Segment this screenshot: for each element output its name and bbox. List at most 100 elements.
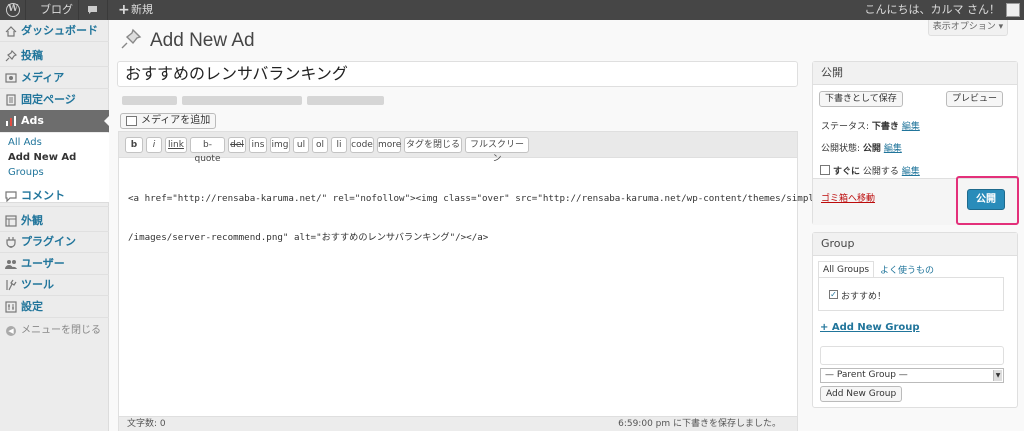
qt-fullscreen-button[interactable]: フルスクリーン: [465, 137, 529, 164]
admin-bar: W ブログ + 新規 こんにちは、カルマ さん！: [0, 0, 1024, 20]
qt-more-button[interactable]: more: [377, 137, 401, 153]
edit-status-link[interactable]: 編集: [902, 122, 920, 132]
code-line: /images/server-recommend.png" alt="おすすめの…: [128, 232, 489, 243]
group-box-title: Group: [813, 233, 1017, 256]
sidebar-item-label: メディア: [21, 71, 65, 84]
tab-all-groups[interactable]: All Groups: [818, 261, 875, 278]
new-group-name-input[interactable]: [820, 346, 1004, 365]
add-new-group-button[interactable]: Add New Group: [820, 386, 903, 402]
qt-link-button[interactable]: link: [165, 137, 187, 153]
site-name-link[interactable]: ブログ: [40, 0, 73, 20]
sidebar-item-appearance[interactable]: 外観: [0, 210, 109, 232]
tab-popular-groups[interactable]: よく使うもの: [880, 263, 934, 276]
wordpress-logo-icon[interactable]: W: [6, 3, 20, 17]
sidebar-item-label: コメント: [21, 189, 65, 202]
publish-button[interactable]: 公開: [967, 189, 1005, 210]
new-content-link[interactable]: 新規: [131, 0, 153, 20]
qt-close-tags-button[interactable]: タグを閉じる: [404, 137, 462, 153]
qt-ul-button[interactable]: ul: [293, 137, 309, 153]
select-arrow-icon: ▼: [993, 370, 1002, 381]
submenu-item-all-ads[interactable]: All Ads: [8, 135, 42, 150]
admin-sidebar: ダッシュボード 投稿 メディア 固定ページ Ads All Ads Add Ne…: [0, 20, 110, 431]
pushpin-icon: [121, 28, 142, 49]
admin-bar-divider: [25, 0, 26, 20]
sidebar-item-tools[interactable]: ツール: [0, 274, 109, 296]
media-icon: [5, 73, 17, 83]
comment-bubble-icon[interactable]: [87, 5, 98, 15]
schedule-row: すぐに 公開する 編集: [820, 164, 920, 177]
screen-options-toggle[interactable]: 表示オプション ▾: [928, 20, 1008, 36]
parent-group-select[interactable]: — Parent Group — ▼: [820, 368, 1004, 383]
post-status-value: 下書き: [871, 122, 899, 132]
move-to-trash-link[interactable]: ゴミ箱へ移動: [821, 191, 875, 204]
sidebar-item-label: ダッシュボード: [21, 24, 98, 37]
editor-status-bar: 文字数: 0 6:59:00 pm に下書きを保存しました。: [118, 416, 798, 431]
settings-icon: [5, 301, 17, 313]
collapse-menu-label: メニューを閉じる: [21, 325, 101, 336]
qt-img-button[interactable]: img: [270, 137, 290, 153]
sidebar-item-media[interactable]: メディア: [0, 67, 109, 89]
users-icon: [5, 260, 17, 269]
sidebar-item-label: 外観: [21, 214, 43, 227]
edit-schedule-link[interactable]: 編集: [902, 167, 920, 177]
sidebar-item-users[interactable]: ユーザー: [0, 253, 109, 275]
preview-button[interactable]: プレビュー: [946, 91, 1004, 107]
group-checklist: ✓ おすすめ！: [818, 277, 1004, 311]
sidebar-item-settings[interactable]: 設定: [0, 296, 109, 318]
admin-bar-divider: [107, 0, 108, 20]
add-media-label: メディアを追加: [141, 115, 211, 126]
sidebar-item-comments[interactable]: コメント: [0, 185, 109, 207]
comment-icon: [5, 191, 17, 202]
ads-icon: [6, 116, 16, 126]
admin-bar-divider: [78, 0, 79, 20]
sidebar-item-label: Ads: [21, 114, 44, 127]
autosave-status: 6:59:00 pm に下書きを保存しました。: [618, 419, 781, 429]
submenu-item-groups[interactable]: Groups: [8, 165, 44, 180]
qt-code-button[interactable]: code: [350, 137, 374, 153]
sidebar-item-ads[interactable]: Ads: [0, 110, 110, 132]
sidebar-item-posts[interactable]: 投稿: [0, 45, 109, 67]
edit-visibility-link[interactable]: 編集: [884, 144, 902, 154]
sidebar-item-label: ツール: [21, 278, 54, 291]
word-count: 文字数: 0: [127, 419, 166, 429]
permalink-blurred: [122, 96, 384, 105]
sidebar-item-pages[interactable]: 固定ページ: [0, 89, 109, 111]
submenu-item-add-new-ad[interactable]: Add New Ad: [8, 150, 76, 165]
save-draft-button[interactable]: 下書きとして保存: [819, 91, 903, 107]
qt-ins-button[interactable]: ins: [249, 137, 267, 153]
visibility-label: 公開状態:: [821, 144, 861, 154]
visibility-value: 公開: [862, 144, 881, 154]
collapse-arrow-icon: ◀: [6, 326, 16, 336]
qt-li-button[interactable]: li: [331, 137, 347, 153]
page-title: Add New Ad: [150, 30, 255, 51]
qt-blockquote-button[interactable]: b-quote: [190, 137, 225, 164]
text-editor[interactable]: b i link b-quote del ins img ul ol li co…: [118, 131, 819, 431]
post-status-row: ステータス: 下書き 編集: [821, 119, 920, 132]
qt-bold-button[interactable]: b: [125, 137, 143, 153]
group-label: おすすめ！: [841, 292, 887, 302]
plus-icon[interactable]: +: [118, 0, 130, 20]
media-icon: [126, 116, 137, 126]
user-greeting[interactable]: こんにちは、カルマ さん！: [865, 0, 1001, 20]
sidebar-item-dashboard[interactable]: ダッシュボード: [0, 20, 109, 42]
post-status-label: ステータス:: [821, 122, 870, 132]
collapse-menu-button[interactable]: ◀ メニューを閉じる: [0, 322, 109, 340]
qt-ol-button[interactable]: ol: [312, 137, 328, 153]
qt-italic-button[interactable]: i: [146, 137, 162, 153]
dashboard-icon: [5, 26, 17, 37]
add-new-group-link[interactable]: + Add New Group: [820, 322, 920, 333]
ad-title-input[interactable]: おすすめのレンサバランキング: [117, 61, 798, 87]
add-media-button[interactable]: メディアを追加: [120, 113, 217, 129]
calendar-icon: [820, 165, 830, 175]
qt-del-button[interactable]: del: [228, 137, 246, 153]
sidebar-item-label: ユーザー: [21, 257, 65, 270]
pin-icon: [5, 50, 17, 62]
sidebar-item-label: 固定ページ: [21, 93, 76, 106]
group-checkbox[interactable]: ✓: [829, 290, 838, 299]
sidebar-item-label: 投稿: [21, 49, 43, 62]
visibility-row: 公開状態: 公開 編集: [821, 141, 902, 154]
avatar[interactable]: [1006, 3, 1020, 17]
page-icon: [6, 94, 16, 106]
sidebar-item-plugins[interactable]: プラグイン: [0, 231, 109, 253]
editor-content[interactable]: <a href="http://rensaba-karuma.net/" rel…: [128, 166, 819, 270]
